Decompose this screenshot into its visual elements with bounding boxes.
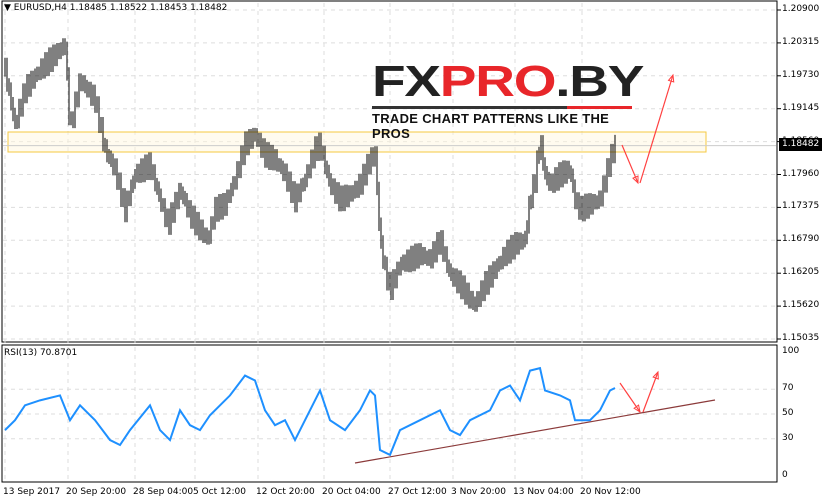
date-label: 20 Nov 12:00: [580, 487, 641, 497]
price-axis-label: 1.19730: [782, 69, 820, 80]
price-axis-label: 1.15035: [782, 333, 820, 343]
rsi-axis-label: 30: [782, 432, 794, 443]
date-label: 5 Oct 12:00: [193, 487, 246, 497]
date-label: 20 Sep 20:00: [66, 487, 127, 497]
open-value: 1.18485: [69, 3, 108, 13]
price-axis-label: 1.20900: [782, 4, 820, 14]
price-axis-label: 1.19145: [782, 102, 820, 113]
date-label: 13 Sep 2017: [3, 487, 61, 497]
low-value: 1.18453: [149, 3, 188, 13]
rsi-line: [4, 366, 616, 457]
price-axis-label: 1.20315: [782, 36, 820, 47]
high-value: 1.18522: [109, 3, 148, 13]
price-axis-label: 1.16205: [782, 267, 820, 278]
rsi-axis-label: 0: [782, 470, 788, 480]
fxpro-logo: FXPRO.BY TRADE CHART PATTERNS LIKE THE P…: [372, 57, 644, 141]
date-label: 27 Oct 12:00: [388, 487, 447, 497]
rsi-axis-label: 50: [782, 408, 794, 418]
rsi-axis-label: 70: [782, 383, 794, 394]
price-axis-label: 1.15620: [782, 300, 820, 311]
date-label: 3 Nov 20:00: [451, 487, 506, 497]
rsi-axis-label: 100: [782, 346, 800, 356]
rsi-trendline: [354, 399, 716, 464]
rsi-down-arrow: [619, 382, 641, 413]
last-price-label: 1.18482: [779, 138, 823, 151]
date-label: 28 Sep 04:00: [133, 487, 194, 497]
dropdown-icon[interactable]: ▼: [4, 3, 11, 13]
price-axis-label: 1.17960: [782, 168, 820, 179]
close-value: 1.18482: [190, 3, 228, 13]
chart-header: ▼ EURUSD,H4 1.18485 1.18522 1.18453 1.18…: [4, 3, 227, 13]
price-axis-label: 1.16790: [782, 234, 820, 245]
date-label: 20 Oct 04:00: [322, 487, 381, 497]
date-label: 13 Nov 04:00: [513, 487, 574, 497]
trading-chart[interactable]: ▼ EURUSD,H4 1.18485 1.18522 1.18453 1.18…: [0, 0, 829, 504]
rsi-up-arrow-head: [652, 370, 659, 380]
rsi-label: RSI(13) 70.8701: [4, 348, 78, 358]
symbol-label: EURUSD,H4: [13, 3, 67, 13]
date-label: 12 Oct 20:00: [256, 487, 315, 497]
down-arrow-head: [632, 175, 639, 185]
price-axis-label: 1.17375: [782, 201, 820, 212]
